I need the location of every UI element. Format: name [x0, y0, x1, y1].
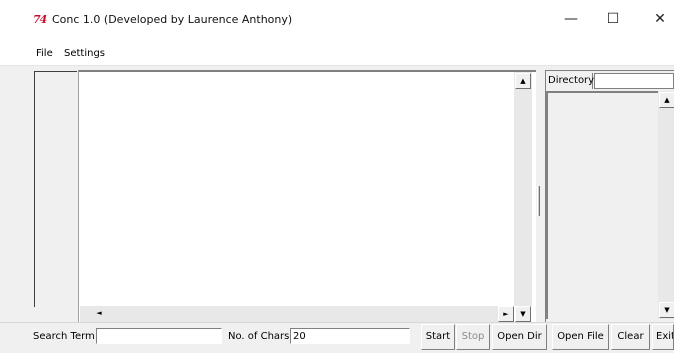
open-dir-button[interactable]: Open Dir [492, 324, 547, 350]
directory-scroll-up-arrow-icon[interactable]: ▲ [659, 92, 674, 108]
line-number-panel [33, 70, 78, 308]
directory-scroll-down-arrow-icon[interactable]: ▼ [659, 302, 674, 318]
scroll-left-arrow-icon[interactable]: ◄ [91, 306, 107, 322]
menu-file[interactable]: File [36, 48, 53, 59]
exit-button[interactable]: Exit [652, 324, 674, 350]
scroll-up-arrow-icon[interactable]: ▲ [515, 73, 531, 89]
stop-button[interactable]: Stop [456, 324, 490, 350]
directory-vertical-scrollbar[interactable] [658, 91, 674, 319]
main-vertical-scrollbar[interactable] [514, 72, 532, 306]
directory-file-list[interactable] [546, 91, 658, 319]
open-file-button[interactable]: Open File [552, 324, 609, 350]
minimize-button[interactable]: — [559, 10, 583, 28]
app-logo-icon: 74 [33, 13, 47, 26]
search-term-input[interactable] [96, 328, 222, 344]
maximize-button[interactable]: ☐ [601, 10, 625, 28]
scroll-right-arrow-icon[interactable]: ► [498, 306, 514, 322]
main-horizontal-scrollbar[interactable] [80, 306, 514, 322]
scroll-down-arrow-icon[interactable]: ▼ [515, 306, 531, 322]
concordance-text-area[interactable] [78, 70, 536, 322]
chars-label: No. of Chars [228, 331, 290, 342]
search-term-label: Search Term [33, 331, 95, 342]
splitter-grip-icon[interactable] [537, 186, 540, 216]
clear-button[interactable]: Clear [611, 324, 650, 350]
start-button[interactable]: Start [421, 324, 455, 350]
directory-label: Directory [546, 73, 594, 89]
window-title: Conc 1.0 (Developed by Laurence Anthony) [52, 13, 293, 26]
chars-input[interactable] [290, 328, 410, 344]
directory-input[interactable] [594, 73, 674, 89]
close-button[interactable]: ✕ [648, 10, 672, 28]
menu-settings[interactable]: Settings [64, 48, 105, 59]
